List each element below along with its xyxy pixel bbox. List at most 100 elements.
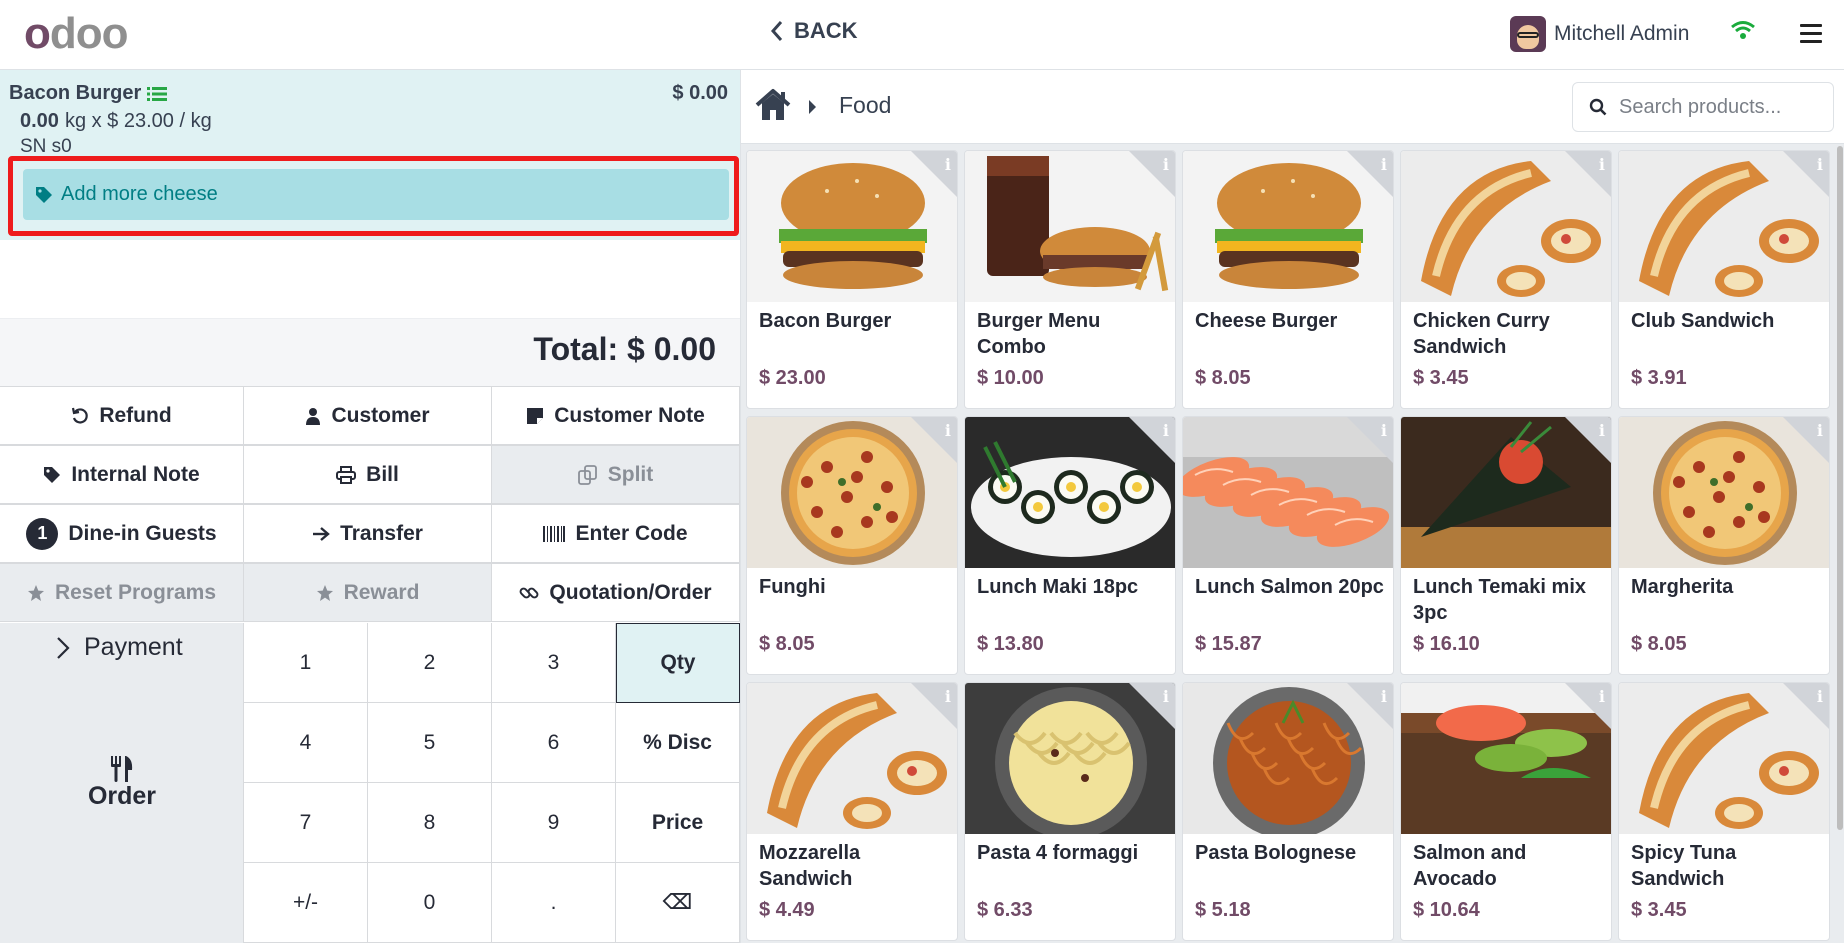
sign-toggle-button[interactable]: +/- xyxy=(244,863,368,943)
reset-programs-button[interactable]: Reset Programs xyxy=(0,563,244,622)
product-card[interactable]: i Chicken Curry Sandwich $ 3.45 xyxy=(1400,150,1612,409)
qty-mode-button[interactable]: Qty xyxy=(616,623,740,703)
action-column: Payment Order xyxy=(0,623,244,943)
transfer-label: Transfer xyxy=(340,521,423,545)
tag-icon xyxy=(36,186,52,203)
reward-label: Reward xyxy=(343,580,420,604)
barcode-icon xyxy=(543,525,566,542)
undo-icon xyxy=(72,407,89,424)
info-icon: i xyxy=(944,687,951,706)
order-button[interactable]: Order xyxy=(0,743,244,823)
highlight-box: Add more cheese xyxy=(8,156,739,236)
numpad-key-7[interactable]: 7 xyxy=(244,783,368,863)
order-label: Order xyxy=(87,781,157,810)
link-icon xyxy=(519,587,539,598)
product-card[interactable]: i Mozzarella Sandwich $ 4.49 xyxy=(746,682,958,941)
product-card[interactable]: i Cheese Burger $ 8.05 xyxy=(1182,150,1394,409)
product-name: Burger Menu Combo xyxy=(977,310,1101,358)
home-icon[interactable] xyxy=(755,88,791,122)
quotation-order-label: Quotation/Order xyxy=(549,580,712,604)
transfer-button[interactable]: Transfer xyxy=(244,504,492,563)
split-label: Split xyxy=(607,462,654,486)
info-icon: i xyxy=(1598,155,1605,174)
quotation-order-button[interactable]: Quotation/Order xyxy=(492,563,740,622)
internal-note-button[interactable]: Internal Note xyxy=(0,445,244,504)
product-price: $ 15.87 xyxy=(1195,633,1262,655)
numpad: 1 2 3 Qty 4 5 6% Disc 7 8 9 Price +/- 0. ⌫ xyxy=(244,623,740,943)
reward-button[interactable]: Reward xyxy=(244,563,492,622)
order-line-unit-price: kg x $ 23.00 / kg xyxy=(64,110,212,132)
back-button[interactable]: BACK xyxy=(770,18,858,44)
product-card[interactable]: i Funghi $ 8.05 xyxy=(746,416,958,675)
scrollbar[interactable] xyxy=(1837,146,1843,830)
decimal-key[interactable]: . xyxy=(492,863,616,943)
order-line-price: $ 0.00 xyxy=(672,82,728,104)
customer-button[interactable]: Customer xyxy=(244,386,492,445)
guest-count-badge: 1 xyxy=(26,517,59,550)
reset-programs-label: Reset Programs xyxy=(54,580,217,604)
product-card[interactable]: i Lunch Maki 18pc $ 13.80 xyxy=(964,416,1176,675)
info-icon: i xyxy=(1162,421,1169,440)
product-panel: Food i Bacon Burger $ 23.00 i Burger Menu Co… xyxy=(741,70,1844,943)
product-card[interactable]: i Pasta 4 formaggi $ 6.33 xyxy=(964,682,1176,941)
product-name: Lunch Salmon 20pc xyxy=(1195,576,1384,598)
refund-button[interactable]: Refund xyxy=(0,386,244,445)
chevron-left-icon xyxy=(770,21,783,41)
numpad-key-8[interactable]: 8 xyxy=(368,783,492,863)
backspace-button[interactable]: ⌫ xyxy=(616,863,740,943)
customer-note-text: Add more cheese xyxy=(61,183,218,205)
product-card[interactable]: i Spicy Tuna Sandwich $ 3.45 xyxy=(1618,682,1830,941)
numpad-key-5[interactable]: 5 xyxy=(368,703,492,783)
numpad-key-3[interactable]: 3 xyxy=(492,623,616,703)
bill-button[interactable]: Bill xyxy=(244,445,492,504)
product-price: $ 3.45 xyxy=(1413,367,1469,389)
product-price: $ 3.91 xyxy=(1631,367,1687,389)
customer-note-button[interactable]: Customer Note xyxy=(492,386,740,445)
wifi-icon[interactable] xyxy=(1730,20,1756,40)
discount-mode-button[interactable]: % Disc xyxy=(616,703,740,783)
cutlery-icon xyxy=(111,755,133,782)
info-icon: i xyxy=(944,421,951,440)
info-icon: i xyxy=(1816,155,1823,174)
numpad-key-1[interactable]: 1 xyxy=(244,623,368,703)
product-card[interactable]: i Margherita $ 8.05 xyxy=(1618,416,1830,675)
info-icon: i xyxy=(1598,687,1605,706)
order-line-qty-value: 0.00 xyxy=(20,110,59,132)
product-card[interactable]: i Bacon Burger $ 23.00 xyxy=(746,150,958,409)
product-card[interactable]: i Club Sandwich $ 3.91 xyxy=(1618,150,1830,409)
product-card[interactable]: i Pasta Bolognese $ 5.18 xyxy=(1182,682,1394,941)
product-name: Pasta 4 formaggi xyxy=(977,842,1139,864)
product-name: Pasta Bolognese xyxy=(1195,842,1357,864)
menu-icon[interactable] xyxy=(1800,24,1822,48)
product-card[interactable]: i Salmon and Avocado $ 10.64 xyxy=(1400,682,1612,941)
search-input[interactable] xyxy=(1619,95,1819,119)
product-price: $ 8.05 xyxy=(759,633,815,655)
dine-in-guests-label: Dine-in Guests xyxy=(68,521,217,545)
dine-in-guests-button[interactable]: 1 Dine-in Guests xyxy=(0,504,244,563)
product-card[interactable]: i Lunch Temaki mix 3pc $ 16.10 xyxy=(1400,416,1612,675)
product-card[interactable]: i Burger Menu Combo $ 10.00 xyxy=(964,150,1176,409)
price-mode-button[interactable]: Price xyxy=(616,783,740,863)
enter-code-button[interactable]: Enter Code xyxy=(492,504,740,563)
refund-label: Refund xyxy=(99,403,172,427)
split-button[interactable]: Split xyxy=(492,445,740,504)
payment-button[interactable]: Payment xyxy=(56,633,183,662)
numpad-key-0[interactable]: 0 xyxy=(368,863,492,943)
numpad-key-4[interactable]: 4 xyxy=(244,703,368,783)
search-box[interactable] xyxy=(1572,82,1834,132)
order-line-selected[interactable]: Bacon Burger $ 0.00 0.00 kg x $ 23.00 / k… xyxy=(0,70,740,240)
product-price: $ 23.00 xyxy=(759,367,826,389)
internal-note-label: Internal Note xyxy=(71,462,200,486)
product-card[interactable]: i Lunch Salmon 20pc $ 15.87 xyxy=(1182,416,1394,675)
list-icon xyxy=(147,86,168,101)
product-price: $ 10.00 xyxy=(977,367,1044,389)
user-name: Mitchell Admin xyxy=(1554,22,1690,45)
sticky-note-icon xyxy=(527,407,544,424)
numpad-key-2[interactable]: 2 xyxy=(368,623,492,703)
customer-note-tag[interactable]: Add more cheese xyxy=(23,169,729,220)
user-menu[interactable]: Mitchell Admin xyxy=(1510,16,1689,52)
product-name: Cheese Burger xyxy=(1195,310,1338,332)
numpad-key-6[interactable]: 6 xyxy=(492,703,616,783)
numpad-key-9[interactable]: 9 xyxy=(492,783,616,863)
breadcrumb-category[interactable]: Food xyxy=(839,92,891,119)
